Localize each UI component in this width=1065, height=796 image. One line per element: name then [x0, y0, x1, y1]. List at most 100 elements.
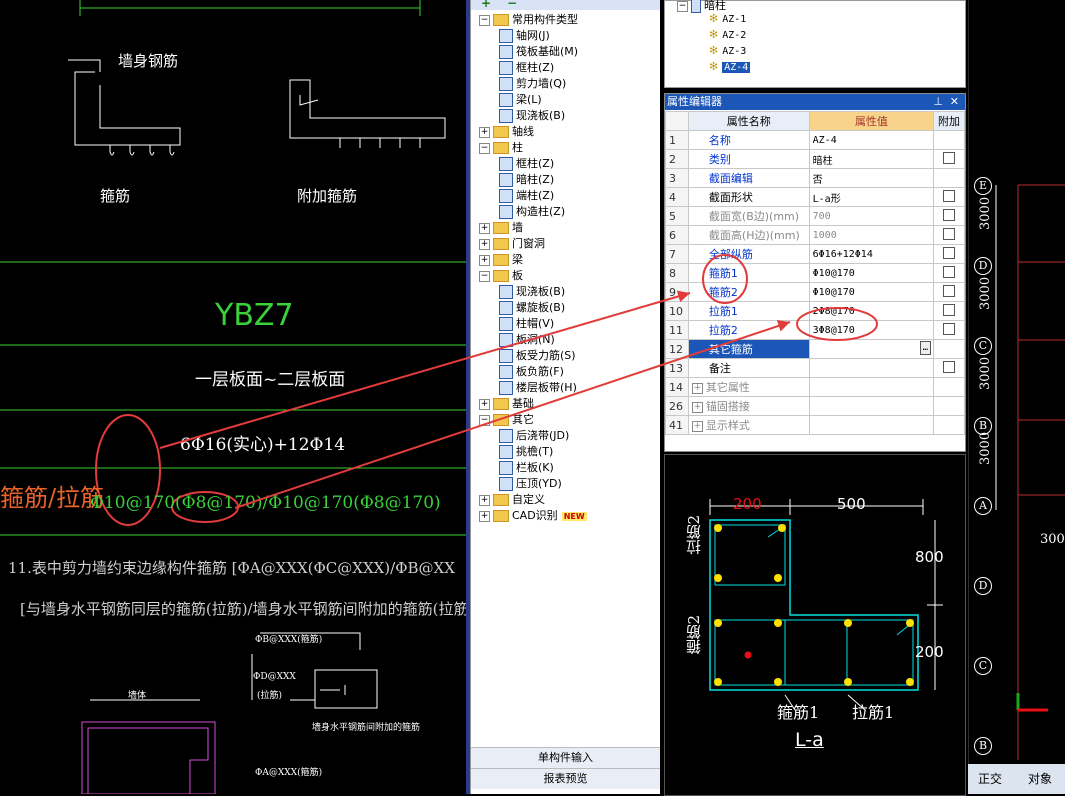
property-value[interactable] [808, 396, 935, 416]
property-value[interactable]: 2Φ8@170 [808, 301, 935, 321]
expand-icon[interactable]: + [479, 494, 490, 506]
component-list-item[interactable]: ✻ AZ-2 [709, 27, 746, 43]
property-value[interactable]: L-a形 [808, 187, 935, 207]
tree-item[interactable]: 端柱(Z) [499, 188, 554, 204]
expand-icon[interactable]: + [691, 382, 703, 394]
property-row[interactable]: 3 截面编辑 否 [665, 168, 965, 188]
property-value[interactable]: Φ10@170 [808, 282, 935, 302]
property-value[interactable]: 1000 [808, 225, 935, 245]
right-drawing-canvas[interactable]: E D C B A D C B 3000 3000 3000 3000 300 [968, 0, 1065, 794]
property-row[interactable]: 9 箍筋2 Φ10@170 [665, 282, 965, 302]
component-list-item[interactable]: ✻ AZ-1 [709, 11, 746, 27]
component-list-item[interactable]: ✻ AZ-4 [709, 59, 751, 75]
add-icon[interactable]: + [481, 0, 491, 10]
collapse-icon[interactable]: − [479, 270, 490, 282]
tree-item[interactable]: − 其它 [479, 412, 534, 428]
tree-item[interactable]: 栏板(K) [499, 460, 554, 476]
tree-item[interactable]: 剪力墙(Q) [499, 76, 566, 92]
expand-icon[interactable]: + [691, 420, 703, 432]
tree-item[interactable]: 构造柱(Z) [499, 204, 565, 220]
tree-item[interactable]: 板洞(N) [499, 332, 555, 348]
report-preview-button[interactable]: 报表预览 [471, 768, 660, 789]
tree-item[interactable]: 框柱(Z) [499, 156, 554, 172]
property-row[interactable]: 6 截面高(H边)(mm) 1000 [665, 225, 965, 245]
property-value[interactable] [808, 377, 935, 397]
tree-item[interactable]: 框柱(Z) [499, 60, 554, 76]
extra-checkbox[interactable] [943, 246, 956, 259]
tree-item[interactable]: 后浇带(JD) [499, 428, 569, 444]
tree-item[interactable]: 梁(L) [499, 92, 542, 108]
tree-item[interactable]: + CAD识别 NEW [479, 508, 587, 524]
property-value[interactable]: 否 [808, 168, 935, 188]
tree-item[interactable]: − 板 [479, 268, 523, 284]
expand-icon[interactable]: + [691, 401, 703, 413]
ortho-toggle[interactable]: 正交 [978, 770, 1002, 787]
extra-checkbox[interactable] [943, 227, 956, 240]
extra-checkbox[interactable] [943, 265, 956, 278]
tree-item[interactable]: 挑檐(T) [499, 444, 553, 460]
property-row[interactable]: 26 + 锚固搭接 [665, 396, 965, 416]
snap-toggle[interactable]: 对象 [1028, 770, 1052, 787]
tree-item[interactable]: 现浇板(B) [499, 284, 565, 300]
tree-item[interactable]: 轴网(J) [499, 28, 550, 44]
property-value[interactable]: Φ10@170 [808, 263, 935, 283]
property-row[interactable]: 2 类别 暗柱 [665, 149, 965, 169]
tree-item[interactable]: 压顶(YD) [499, 476, 562, 492]
property-row[interactable]: 4 截面形状 L-a形 [665, 187, 965, 207]
property-value[interactable]: 700 [808, 206, 935, 226]
property-row[interactable]: 10 拉筋1 2Φ8@170 [665, 301, 965, 321]
collapse-icon[interactable]: − [479, 414, 490, 426]
section-preview[interactable]: 200 500 800 200 拉筋2 箍筋2 箍筋1 拉筋1 L-a [664, 454, 966, 796]
tree-item[interactable]: 筏板基础(M) [499, 44, 578, 60]
extra-checkbox[interactable] [943, 208, 956, 221]
tree-item[interactable]: − 柱 [479, 140, 523, 156]
expand-icon[interactable]: + [479, 254, 490, 266]
expand-icon[interactable]: + [479, 126, 490, 138]
single-input-button[interactable]: 单构件输入 [471, 747, 660, 768]
extra-checkbox[interactable] [943, 303, 956, 316]
tree-item[interactable]: 板受力筋(S) [499, 348, 576, 364]
collapse-icon[interactable]: − [479, 14, 490, 26]
more-options-button[interactable]: … [919, 341, 932, 355]
tree-item[interactable]: + 基础 [479, 396, 534, 412]
tree-item[interactable]: 暗柱(Z) [499, 172, 554, 188]
property-value[interactable] [808, 358, 935, 378]
tree-item[interactable]: − 常用构件类型 [479, 12, 578, 28]
extra-checkbox[interactable] [943, 151, 956, 164]
extra-checkbox[interactable] [943, 360, 956, 373]
property-row[interactable]: 12 其它箍筋… [665, 339, 965, 359]
expand-icon[interactable]: + [479, 510, 490, 522]
extra-checkbox[interactable] [943, 189, 956, 202]
component-list-item[interactable]: ✻ AZ-3 [709, 43, 746, 59]
collapse-icon[interactable]: − [479, 142, 490, 154]
property-value[interactable]: 3Φ8@170 [808, 320, 935, 340]
expand-icon[interactable]: + [479, 222, 490, 234]
property-row[interactable]: 14 + 其它属性 [665, 377, 965, 397]
property-value[interactable] [808, 415, 935, 435]
property-value[interactable]: … [808, 339, 935, 359]
property-row[interactable]: 7 全部纵筋 6Φ16+12Φ14 [665, 244, 965, 264]
tree-item[interactable]: + 墙 [479, 220, 523, 236]
tree-item[interactable]: 柱帽(V) [499, 316, 554, 332]
tree-item[interactable]: + 门窗洞 [479, 236, 545, 252]
cad-drawing-canvas[interactable]: 墙身钢筋 箍筋 附加箍筋 YBZ7 一层板面~二层板面 6Φ16(实心)+12Φ… [0, 0, 530, 794]
property-row[interactable]: 13 备注 [665, 358, 965, 378]
pin-icon[interactable]: ⊥ [933, 94, 943, 110]
collapse-icon[interactable]: − [677, 0, 688, 12]
property-row[interactable]: 1 名称 AZ-4 [665, 130, 965, 150]
property-row[interactable]: 41 + 显示样式 [665, 415, 965, 435]
property-row[interactable]: 5 截面宽(B边)(mm) 700 [665, 206, 965, 226]
tree-item[interactable]: + 梁 [479, 252, 523, 268]
property-value[interactable]: AZ-4 [808, 130, 935, 150]
property-row[interactable]: 11 拉筋2 3Φ8@170 [665, 320, 965, 340]
tree-item[interactable]: 螺旋板(B) [499, 300, 565, 316]
close-icon[interactable]: ✕ [950, 94, 959, 110]
expand-icon[interactable]: + [479, 398, 490, 410]
extra-checkbox[interactable] [943, 284, 956, 297]
tree-item[interactable]: 楼层板带(H) [499, 380, 577, 396]
tree-item[interactable]: + 自定义 [479, 492, 545, 508]
property-row[interactable]: 8 箍筋1 Φ10@170 [665, 263, 965, 283]
property-value[interactable]: 暗柱 [808, 149, 935, 169]
property-value[interactable]: 6Φ16+12Φ14 [808, 244, 935, 264]
tree-item[interactable]: + 轴线 [479, 124, 534, 140]
